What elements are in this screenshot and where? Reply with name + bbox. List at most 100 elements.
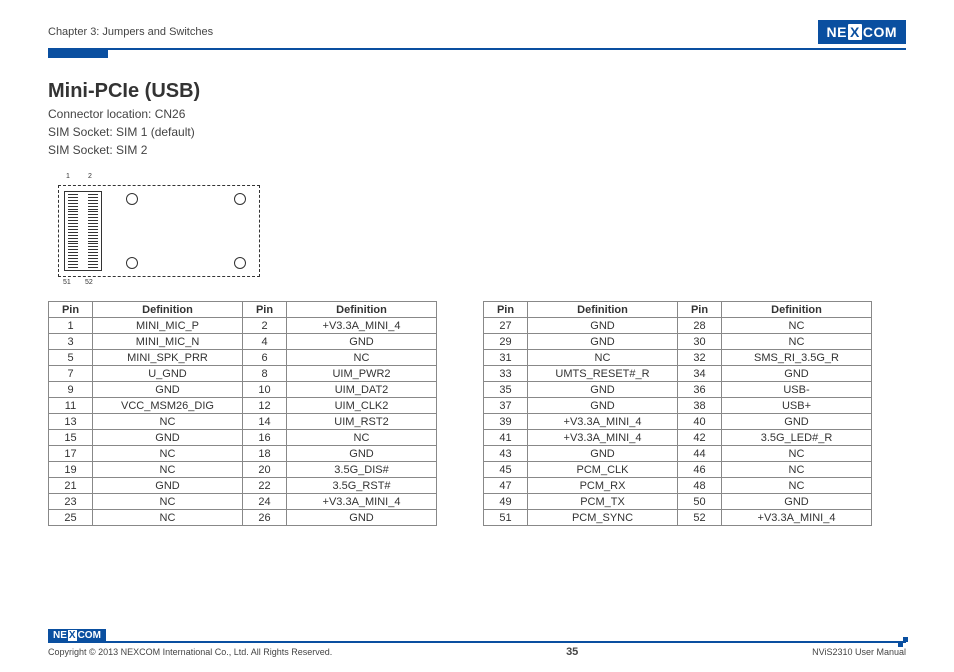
pin-label-2: 2 <box>88 173 92 180</box>
table-cell: 9 <box>49 382 93 398</box>
table-cell: GND <box>528 382 678 398</box>
table-cell: NC <box>287 350 437 366</box>
table-row: 47PCM_RX48NC <box>484 478 872 494</box>
table-cell: UIM_DAT2 <box>287 382 437 398</box>
pin-column-right <box>88 194 98 268</box>
brand-logo: NEXCOM <box>818 20 906 44</box>
table-cell: 19 <box>49 462 93 478</box>
table-row: 19NC203.5G_DIS# <box>49 462 437 478</box>
table-row: 1MINI_MIC_P2+V3.3A_MINI_4 <box>49 318 437 334</box>
table-row: 39+V3.3A_MINI_440GND <box>484 414 872 430</box>
pin-label-52: 52 <box>85 279 93 286</box>
table-row: 5MINI_SPK_PRR6NC <box>49 350 437 366</box>
table-cell: 10 <box>243 382 287 398</box>
table-row: 49PCM_TX50GND <box>484 494 872 510</box>
table-cell: NC <box>93 494 243 510</box>
header-rule <box>48 48 906 50</box>
table-cell: 40 <box>678 414 722 430</box>
table-cell: USB+ <box>722 398 872 414</box>
table-cell: UMTS_RESET#_R <box>528 366 678 382</box>
table-row: 43GND44NC <box>484 446 872 462</box>
table-cell: UIM_RST2 <box>287 414 437 430</box>
table-cell: 47 <box>484 478 528 494</box>
table-cell: GND <box>528 334 678 350</box>
table-cell: 39 <box>484 414 528 430</box>
table-cell: 34 <box>678 366 722 382</box>
table-cell: U_GND <box>93 366 243 382</box>
table-row: 33UMTS_RESET#_R34GND <box>484 366 872 382</box>
table-cell: 11 <box>49 398 93 414</box>
table-cell: PCM_TX <box>528 494 678 510</box>
table-cell: 13 <box>49 414 93 430</box>
table-cell: 1 <box>49 318 93 334</box>
table-cell: 23 <box>49 494 93 510</box>
table-cell: GND <box>528 398 678 414</box>
table-cell: 21 <box>49 478 93 494</box>
table-cell: NC <box>93 446 243 462</box>
table-cell: NC <box>722 446 872 462</box>
table-cell: GND <box>93 478 243 494</box>
table-cell: 27 <box>484 318 528 334</box>
col-header: Pin <box>49 302 93 318</box>
table-cell: 33 <box>484 366 528 382</box>
col-header: Definition <box>528 302 678 318</box>
table-cell: MINI_SPK_PRR <box>93 350 243 366</box>
section-subtitle: Connector location: CN26 SIM Socket: SIM… <box>48 105 906 159</box>
table-row: 13NC14UIM_RST2 <box>49 414 437 430</box>
table-cell: 36 <box>678 382 722 398</box>
table-cell: GND <box>287 510 437 526</box>
table-cell: 43 <box>484 446 528 462</box>
table-cell: GND <box>722 414 872 430</box>
col-header: Definition <box>93 302 243 318</box>
pin-column-left <box>68 194 78 268</box>
table-cell: NC <box>528 350 678 366</box>
table-cell: 20 <box>243 462 287 478</box>
table-cell: 7 <box>49 366 93 382</box>
chapter-title: Chapter 3: Jumpers and Switches <box>48 26 213 38</box>
table-cell: 8 <box>243 366 287 382</box>
page-number: 35 <box>566 646 578 658</box>
table-row: 3MINI_MIC_N4GND <box>49 334 437 350</box>
table-cell: USB- <box>722 382 872 398</box>
table-cell: GND <box>287 334 437 350</box>
connector-body <box>64 191 102 271</box>
table-cell: 49 <box>484 494 528 510</box>
table-cell: PCM_SYNC <box>528 510 678 526</box>
table-cell: 35 <box>484 382 528 398</box>
subtitle-line: SIM Socket: SIM 2 <box>48 141 906 159</box>
table-cell: 28 <box>678 318 722 334</box>
table-row: 31NC32SMS_RI_3.5G_R <box>484 350 872 366</box>
table-cell: MINI_MIC_N <box>93 334 243 350</box>
table-row: 27GND28NC <box>484 318 872 334</box>
table-cell: 6 <box>243 350 287 366</box>
col-header: Definition <box>287 302 437 318</box>
footer-logo: NEXCOM <box>48 629 106 642</box>
table-cell: 26 <box>243 510 287 526</box>
table-cell: 38 <box>678 398 722 414</box>
table-cell: 45 <box>484 462 528 478</box>
table-cell: +V3.3A_MINI_4 <box>722 510 872 526</box>
copyright-text: Copyright © 2013 NEXCOM International Co… <box>48 647 332 657</box>
table-row: 7U_GND8UIM_PWR2 <box>49 366 437 382</box>
col-header: Pin <box>678 302 722 318</box>
table-cell: 16 <box>243 430 287 446</box>
table-row: 11VCC_MSM26_DIG12UIM_CLK2 <box>49 398 437 414</box>
table-cell: NC <box>722 478 872 494</box>
doc-title: NViS2310 User Manual <box>812 647 906 657</box>
mount-hole <box>234 193 246 205</box>
table-cell: 41 <box>484 430 528 446</box>
table-row: 23NC24+V3.3A_MINI_4 <box>49 494 437 510</box>
table-row: 15GND16NC <box>49 430 437 446</box>
table-cell: 50 <box>678 494 722 510</box>
table-cell: 3.5G_LED#_R <box>722 430 872 446</box>
table-cell: NC <box>722 462 872 478</box>
table-row: 37GND38USB+ <box>484 398 872 414</box>
table-row: 29GND30NC <box>484 334 872 350</box>
table-cell: 37 <box>484 398 528 414</box>
table-row: 45PCM_CLK46NC <box>484 462 872 478</box>
table-row: 41+V3.3A_MINI_4423.5G_LED#_R <box>484 430 872 446</box>
table-cell: 30 <box>678 334 722 350</box>
table-cell: NC <box>93 414 243 430</box>
table-cell: 31 <box>484 350 528 366</box>
table-cell: GND <box>528 318 678 334</box>
